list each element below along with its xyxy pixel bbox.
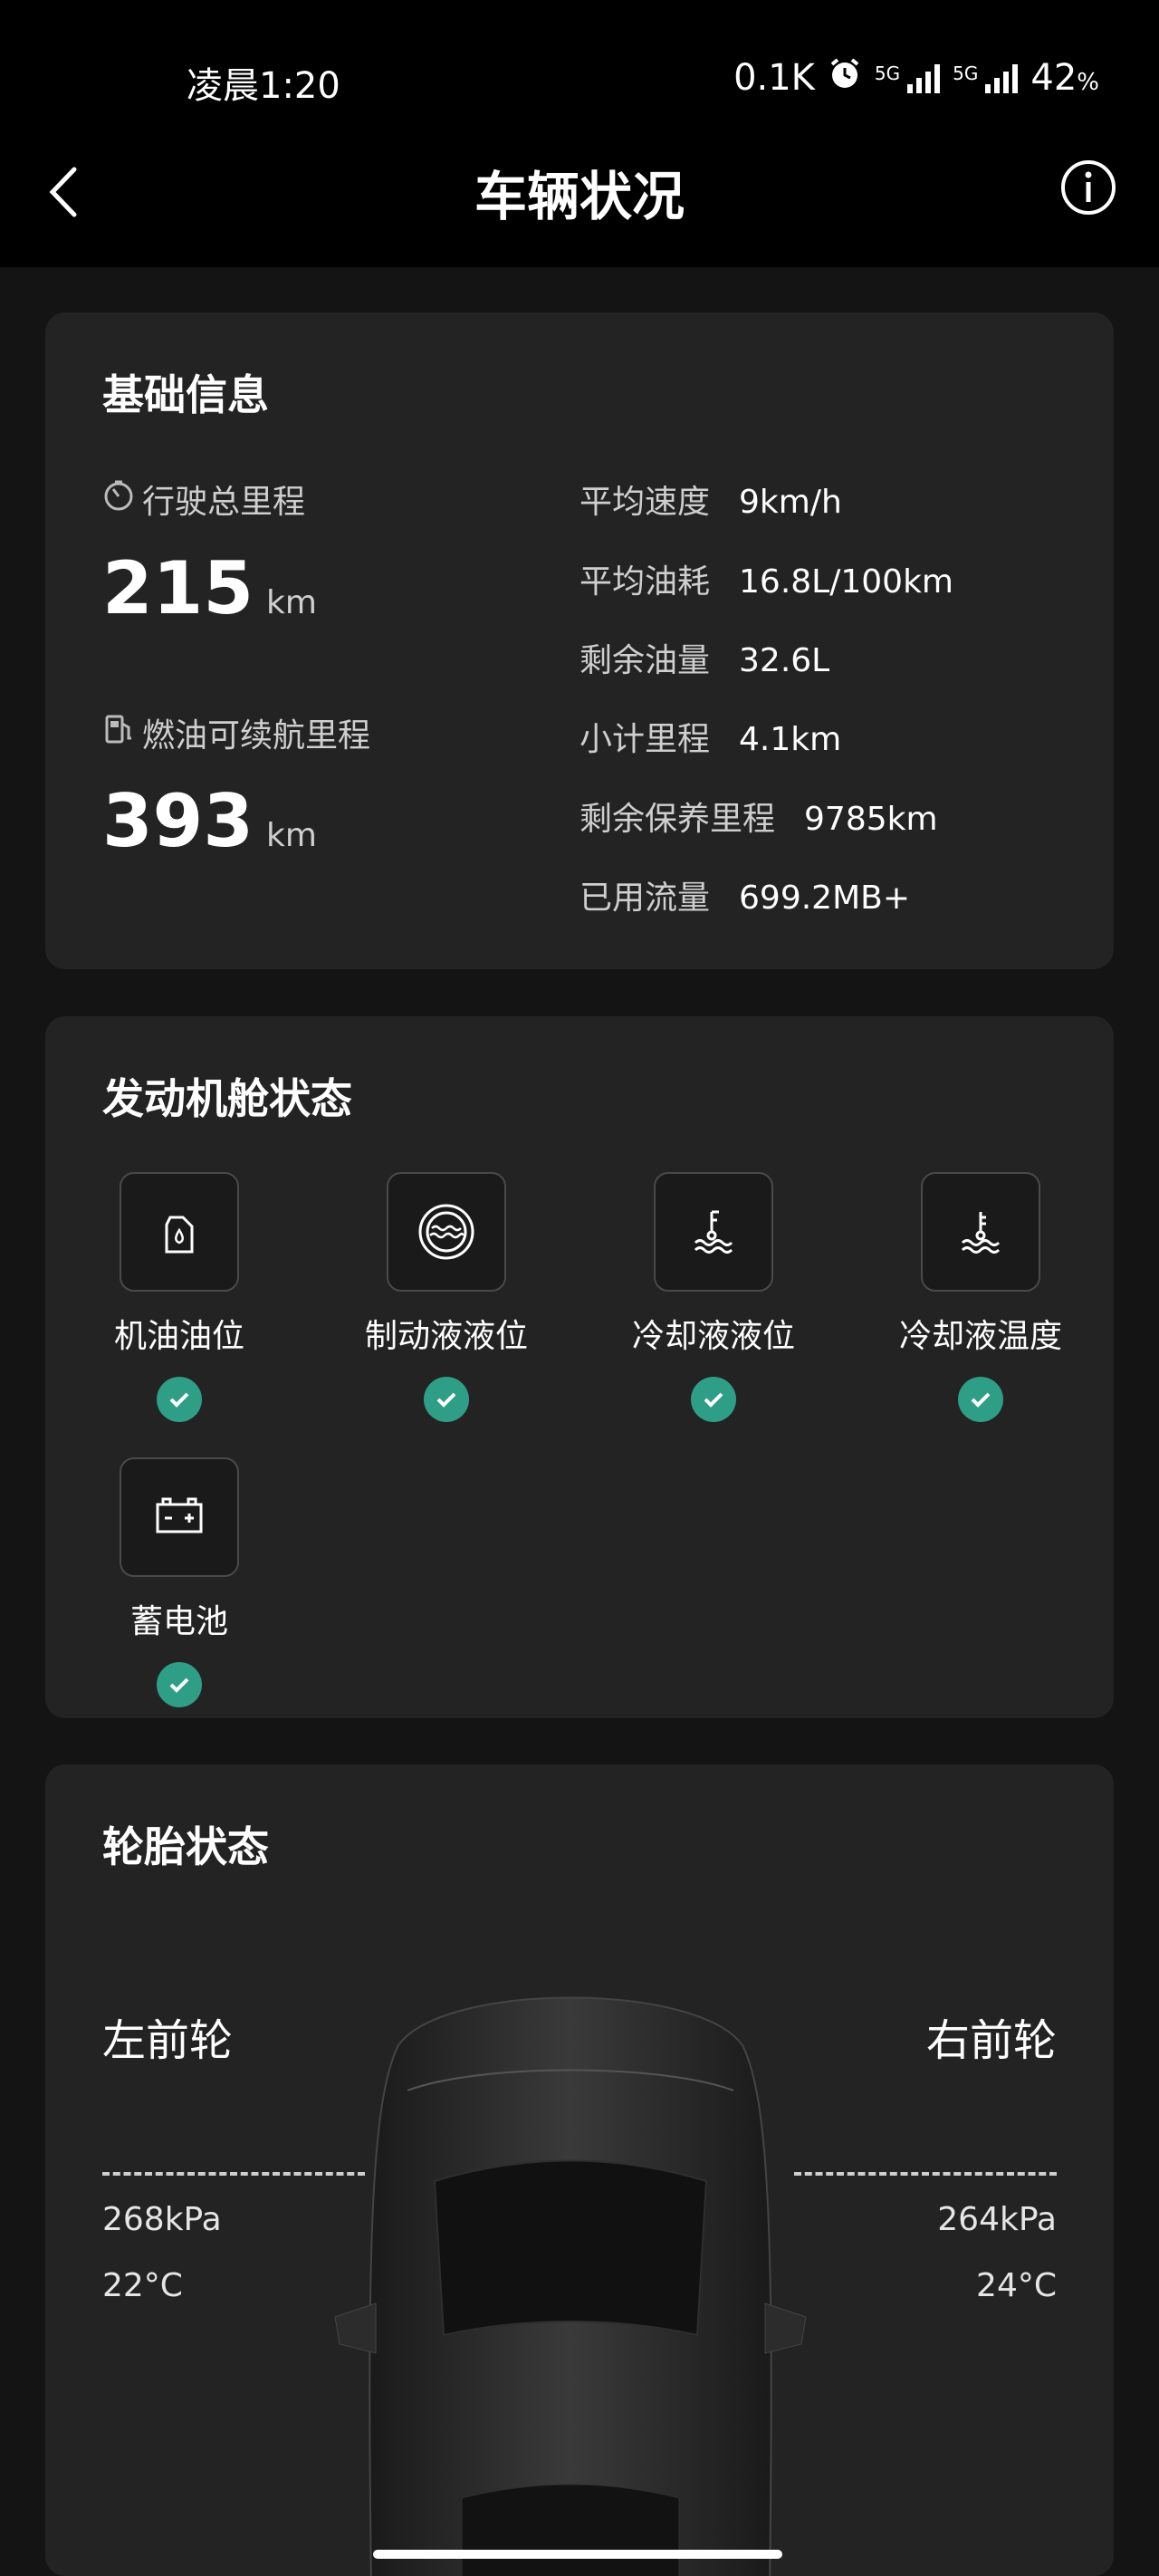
brake-fluid-icon [387,1172,506,1292]
engine-item-coolant-level[interactable]: 冷却液液位 [605,1172,822,1422]
page-title: 车辆状况 [474,166,685,227]
status-time: 凌晨1:20 [187,65,340,107]
signal-icon: 5G [875,62,941,93]
fuel-range-value: 393 km [102,779,317,863]
oil-can-icon [120,1172,239,1292]
tire-front-left-name: 左前轮 [102,2015,234,2066]
home-indicator[interactable] [373,2550,782,2559]
stat-maintenance: 剩余保养里程 9785km [580,801,938,838]
tire-front-right-divider [794,2172,1057,2176]
stat-data-used: 已用流量 699.2MB+ [580,879,910,917]
alarm-icon [828,56,862,100]
coolant-level-icon [654,1172,773,1292]
signal-icon: 5G [953,62,1019,93]
check-icon [691,1377,736,1422]
check-icon [157,1662,202,1707]
engine-item-coolant-temp[interactable]: 冷却液温度 [872,1172,1089,1422]
top-bar: 车辆状况 [0,118,1159,267]
engine-status-card: 发动机舱状态 机油油位 制动液液位 冷却液液位 冷却液温度 蓄电池 [45,1016,1114,1718]
total-mileage-label: 行驶总里程 [102,476,305,523]
odometer-icon [102,479,135,520]
engine-item-oil[interactable]: 机油油位 [71,1172,288,1422]
tire-front-left-pressure: 268kPa [102,2201,222,2238]
engine-status-title: 发动机舱状态 [102,1074,352,1123]
fuel-range-label: 燃油可续航里程 [102,709,370,756]
tire-front-right-temp: 24°C [976,2267,1057,2304]
tire-front-right-pressure: 264kPa [937,2201,1057,2238]
tire-status-title: 轮胎状态 [102,1822,269,1871]
tire-front-left-temp: 22°C [102,2267,183,2304]
stat-avg-speed: 平均速度 9km/h [580,484,842,521]
check-icon [157,1377,202,1422]
net-speed: 0.1K [733,57,815,99]
tire-status-card: 轮胎状态 左前轮 268kPa 22°C 右前轮 264kPa 24°C [45,1764,1114,2576]
stat-trip: 小计里程 4.1km [580,721,842,758]
tire-front-right-name: 右前轮 [925,2015,1057,2066]
battery-icon [120,1457,239,1577]
check-icon [958,1377,1003,1422]
basic-info-title: 基础信息 [102,370,269,419]
coolant-temp-icon [921,1172,1040,1292]
info-icon[interactable] [1059,159,1116,215]
stat-fuel-remaining: 剩余油量 32.6L [580,642,830,679]
stat-avg-fuel: 平均油耗 16.8L/100km [580,563,953,601]
car-top-view [334,1996,807,2576]
total-mileage-value: 215 km [102,546,317,630]
check-icon [424,1377,469,1422]
engine-item-battery[interactable]: 蓄电池 [71,1457,288,1707]
basic-info-card: 基础信息 行驶总里程 215 km 燃油可续航里程 393 km 平均速度 9km/h… [45,312,1114,969]
fuel-pump-icon [102,713,135,754]
status-indicators: 0.1K 5G 5G 42% [733,56,1099,100]
engine-item-brake[interactable]: 制动液液位 [338,1172,555,1422]
battery-level: 42% [1030,57,1099,99]
tire-front-left-divider [102,2172,365,2176]
